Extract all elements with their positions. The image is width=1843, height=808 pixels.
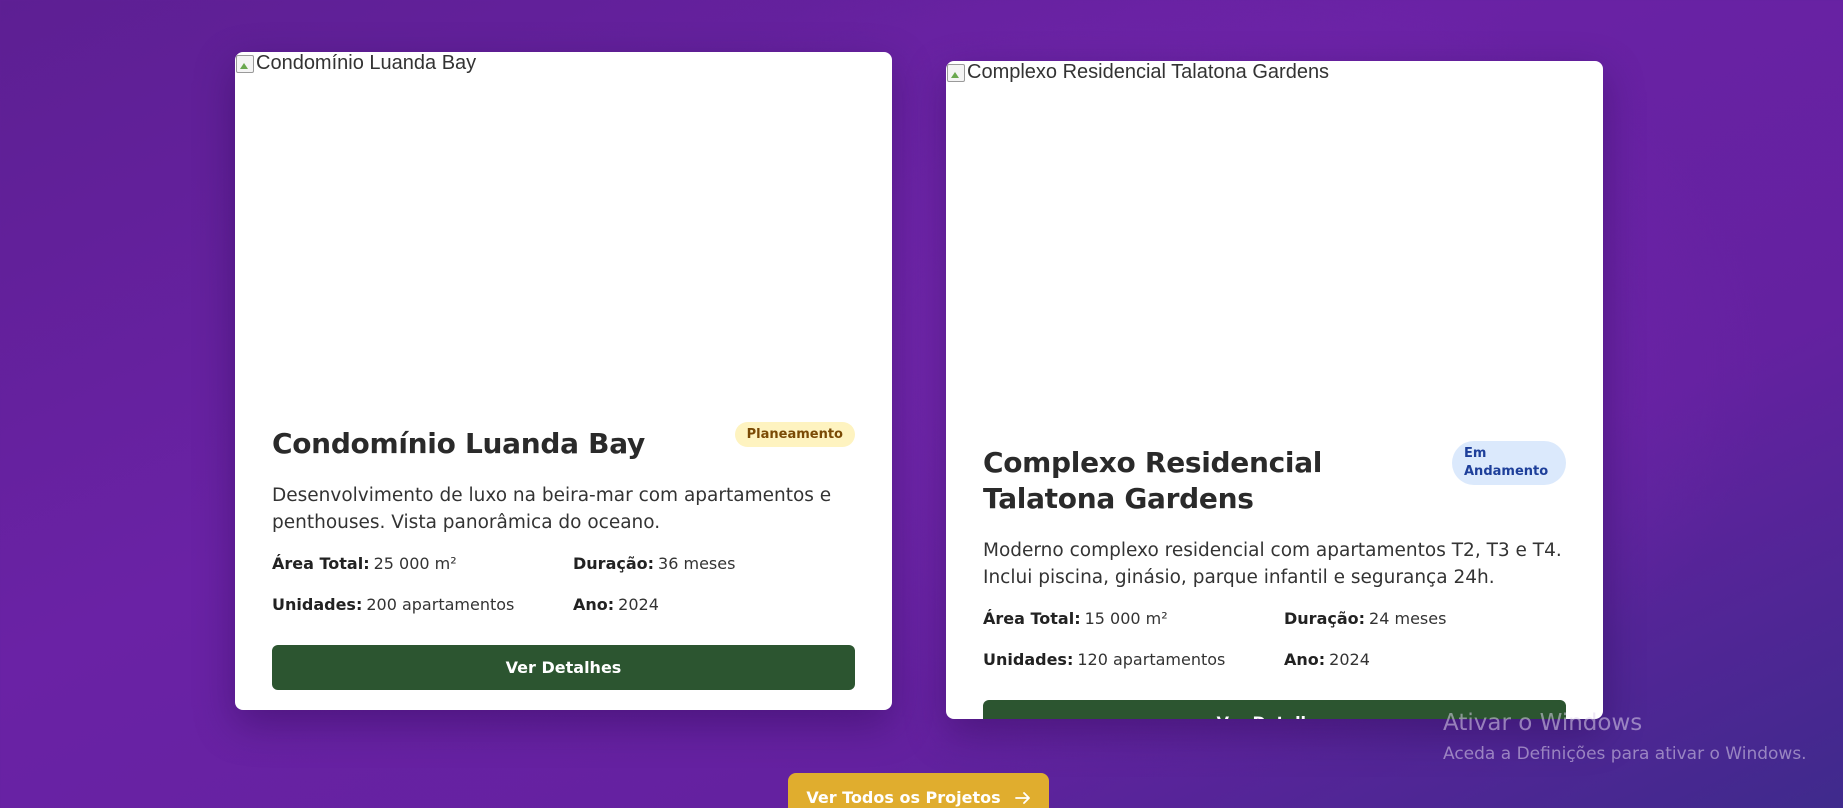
spec-area-label: Área Total: (983, 609, 1081, 628)
spec-units: Unidades: 200 apartamentos (272, 593, 573, 617)
project-image: Complexo Residencial Talatona Gardens (946, 61, 1603, 371)
spec-duration-label: Duração: (573, 554, 655, 573)
project-image: Condomínio Luanda Bay (235, 52, 892, 362)
arrow-right-icon (1014, 788, 1031, 808)
spec-duration-label: Duração: (1284, 609, 1366, 628)
broken-image-placeholder: Condomínio Luanda Bay (235, 52, 476, 75)
status-badge: Planeamento (734, 422, 855, 447)
spec-duration: Duração: 36 meses (573, 552, 855, 576)
view-all-projects-button[interactable]: Ver Todos os Projetos (788, 773, 1049, 808)
project-title: Complexo Residencial Talatona Gardens (983, 446, 1323, 515)
windows-activation-watermark: Ativar o Windows Aceda a Definições para… (1443, 706, 1807, 766)
spec-duration-value: 36 meses (658, 554, 736, 573)
project-description: Desenvolvimento de luxo na beira-mar com… (272, 485, 832, 533)
spec-duration-value: 24 meses (1369, 609, 1447, 628)
spec-year-value: 2024 (1329, 650, 1370, 669)
broken-image-icon (947, 63, 965, 82)
spec-year-label: Ano: (1284, 650, 1326, 669)
project-specs: Área Total: 25 000 m² Duração: 36 meses Un… (272, 552, 855, 617)
view-details-button[interactable]: Ver Detalhes (272, 645, 855, 690)
spec-year-label: Ano: (573, 595, 615, 614)
spec-area: Área Total: 25 000 m² (272, 552, 573, 576)
watermark-subtitle: Aceda a Definições para ativar o Windows… (1443, 744, 1807, 764)
spec-units-label: Unidades: (272, 595, 363, 614)
spec-units-value: 120 apartamentos (1077, 650, 1226, 669)
image-alt-text: Complexo Residencial Talatona Gardens (967, 61, 1330, 83)
spec-units-value: 200 apartamentos (366, 595, 515, 614)
project-title: Condomínio Luanda Bay (272, 427, 645, 460)
status-badge: Em Andamento (1452, 441, 1566, 485)
project-specs: Área Total: 15 000 m² Duração: 24 meses Un… (983, 607, 1566, 672)
spec-year: Ano: 2024 (573, 593, 855, 617)
watermark-title: Ativar o Windows (1443, 710, 1643, 736)
broken-image-placeholder: Complexo Residencial Talatona Gardens (946, 61, 1329, 84)
project-description: Moderno complexo residencial com apartam… (983, 540, 1562, 588)
spec-units: Unidades: 120 apartamentos (983, 648, 1284, 672)
spec-units-label: Unidades: (983, 650, 1074, 669)
spec-area-label: Área Total: (272, 554, 370, 573)
spec-area: Área Total: 15 000 m² (983, 607, 1284, 631)
spec-year: Ano: 2024 (1284, 648, 1566, 672)
view-all-projects-label: Ver Todos os Projetos (806, 788, 1001, 807)
spec-area-value: 15 000 m² (1084, 609, 1168, 628)
spec-year-value: 2024 (618, 595, 659, 614)
project-card: Condomínio Luanda Bay Condomínio Luanda … (235, 52, 892, 710)
spec-duration: Duração: 24 meses (1284, 607, 1566, 631)
image-alt-text: Condomínio Luanda Bay (256, 52, 477, 74)
broken-image-icon (236, 54, 254, 73)
spec-area-value: 25 000 m² (373, 554, 457, 573)
project-card: Complexo Residencial Talatona Gardens Co… (946, 61, 1603, 719)
